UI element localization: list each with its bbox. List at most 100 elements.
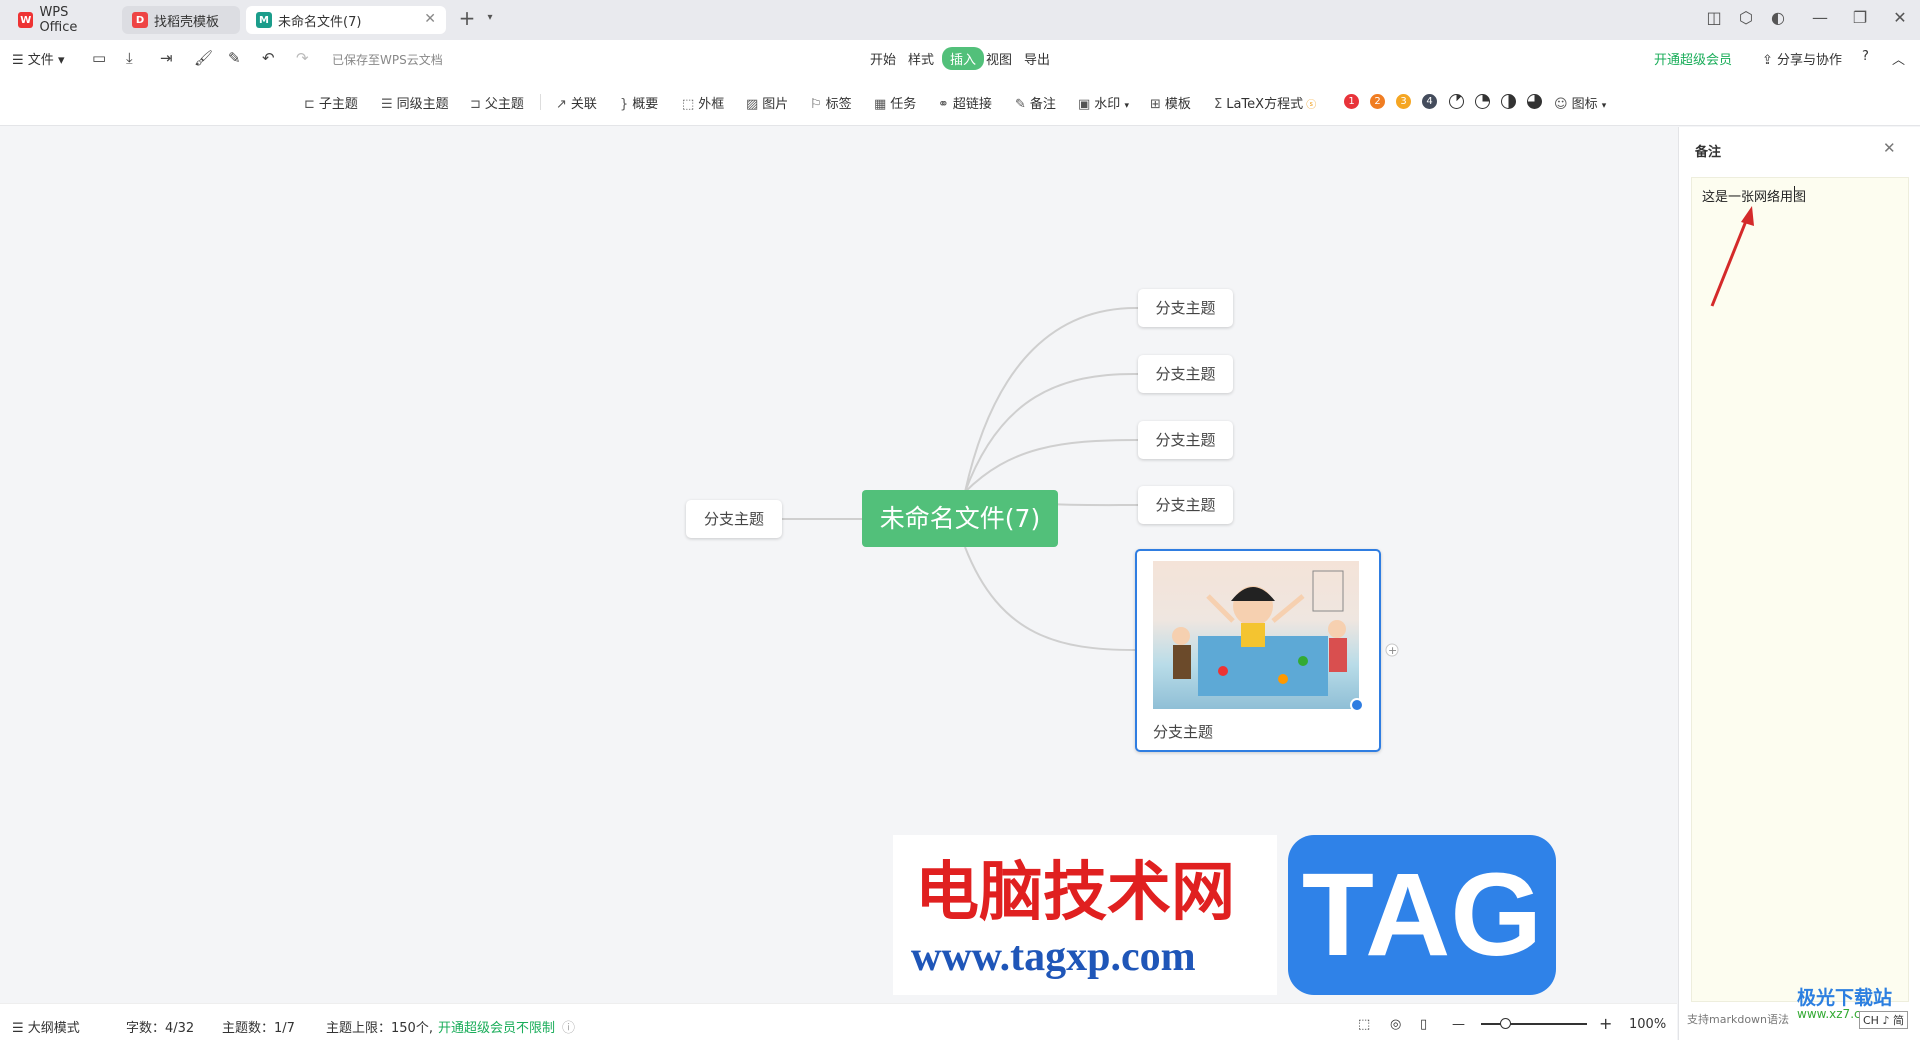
restore-icon[interactable]: ❐	[1848, 8, 1872, 27]
branch-topic[interactable]: 分支主题	[1138, 289, 1233, 327]
help-icon[interactable]: ?	[1862, 49, 1869, 64]
undo-icon[interactable]: ↶	[262, 49, 275, 67]
share-button[interactable]: ⇪ 分享与协作	[1762, 49, 1842, 68]
hyperlink-button[interactable]: ⚭ 超链接	[938, 93, 992, 112]
zoom-out-icon[interactable]: —	[1452, 1017, 1465, 1032]
watermark-button[interactable]: ▣ 水印 ▾	[1078, 93, 1129, 112]
priority-1-icon[interactable]: 1	[1344, 94, 1359, 109]
hyperlink-label: 超链接	[952, 97, 992, 112]
note-label: 备注	[1029, 97, 1056, 112]
sibling-topic-button[interactable]: ☰ 同级主题	[381, 93, 449, 112]
tag-button[interactable]: ⚐ 标签	[810, 93, 852, 112]
notes-editor[interactable]: 这是一张网络用图	[1691, 177, 1909, 1002]
progress-three-quarter-icon[interactable]	[1527, 94, 1542, 109]
branch-topic[interactable]: 分支主题	[1138, 421, 1233, 459]
boundary-icon: ⬚	[682, 97, 695, 112]
help-icon[interactable]: ⓘ	[562, 1017, 575, 1036]
select-icon[interactable]: ⬚	[1358, 1017, 1370, 1032]
watermark-banner: 电脑技术网 www.tagxp.com	[893, 835, 1277, 995]
note-button[interactable]: ✎ 备注	[1015, 93, 1056, 112]
branch-topic[interactable]: 分支主题	[1138, 486, 1233, 524]
save-status: 已保存至WPS云文档	[332, 53, 443, 67]
branch-topic[interactable]: 分支主题	[1138, 355, 1233, 393]
share-icon: ⇪	[1762, 53, 1778, 68]
new-tab-icon[interactable]: +	[455, 6, 479, 30]
tab-wps-office[interactable]: W WPS Office	[8, 5, 118, 35]
file-menu-label: 文件	[27, 53, 54, 68]
cube-icon[interactable]: ⬡	[1734, 8, 1758, 27]
left-branch-topic[interactable]: 分支主题	[686, 500, 782, 538]
file-menu[interactable]: ☰ 文件 ▾	[12, 49, 64, 68]
menu-view[interactable]: 视图	[986, 49, 1012, 68]
minimize-icon[interactable]: —	[1808, 8, 1832, 27]
format-painter-icon[interactable]: 🖌	[194, 49, 213, 67]
collapse-icon[interactable]: ︿	[1892, 49, 1905, 68]
task-button[interactable]: ▦ 任务	[874, 93, 916, 112]
boundary-button[interactable]: ⬚ 外框	[682, 93, 724, 112]
topic-count: 主题数：1/7	[222, 1021, 295, 1036]
outline-mode-label: 大纲模式	[27, 1021, 80, 1036]
layout-icon[interactable]: ◫	[1702, 8, 1726, 27]
vip-unlimited-link[interactable]: 开通超级会员不限制	[438, 1017, 555, 1036]
priority-2-icon[interactable]: 2	[1370, 94, 1385, 109]
tab-current-file[interactable]: M 未命名文件(7) ✕	[246, 6, 446, 34]
progress-quarter-icon[interactable]	[1475, 94, 1490, 109]
vip-link[interactable]: 开通超级会员	[1654, 49, 1732, 68]
icon-label: 图标	[1571, 97, 1598, 112]
relation-button[interactable]: ↗ 关联	[556, 93, 597, 112]
template-button[interactable]: ⊞ 模板	[1150, 93, 1191, 112]
zoom-slider-handle[interactable]	[1500, 1018, 1511, 1029]
download-icon[interactable]: ⤓	[126, 49, 133, 67]
bookmark-icon: ⚐	[810, 97, 822, 112]
chevron-down-icon[interactable]: ▾	[478, 12, 502, 23]
export-icon[interactable]: ⇥	[160, 49, 173, 67]
corner-watermark-text: 极光下载站	[1797, 987, 1893, 1009]
redo-icon[interactable]: ↷	[296, 49, 309, 67]
watermark-icon: ▣	[1078, 97, 1091, 112]
mindmap-canvas[interactable]: + 分支主题 未命名文件(7) 分支主题 分支主题 分支主题 分支主题 分支主题…	[0, 127, 1677, 1012]
topic-limit: 主题上限：150个,	[326, 1021, 433, 1036]
zoom-in-icon[interactable]: +	[1599, 1014, 1612, 1033]
ime-indicator[interactable]: CH ♪ 简	[1859, 1011, 1908, 1029]
subtopic-button[interactable]: ⊏ 子主题	[304, 93, 358, 112]
priority-4-icon[interactable]: 4	[1422, 94, 1437, 109]
window-close-icon[interactable]: ✕	[1888, 8, 1912, 27]
outline-mode-button[interactable]: ☰ 大纲模式	[12, 1017, 80, 1036]
icon-button[interactable]: ☺ 图标 ▾	[1554, 93, 1606, 112]
latex-button[interactable]: Σ LaTeX方程式 ⓢ	[1214, 93, 1316, 112]
watermark-site-url: www.tagxp.com	[911, 934, 1196, 980]
topic-image[interactable]	[1153, 561, 1359, 709]
mindmap-file-icon: M	[256, 12, 272, 28]
locate-icon[interactable]: ◎	[1390, 1017, 1401, 1032]
menu-insert[interactable]: 插入	[942, 47, 985, 70]
link-badge-icon[interactable]	[1350, 698, 1364, 712]
selected-image-topic[interactable]: 分支主题	[1135, 549, 1381, 752]
close-icon[interactable]: ✕	[424, 11, 436, 27]
menu-style[interactable]: 样式	[908, 49, 934, 68]
task-label: 任务	[890, 97, 917, 112]
zoom-slider[interactable]	[1481, 1023, 1587, 1025]
latex-label: LaTeX方程式	[1226, 97, 1304, 112]
priority-3-icon[interactable]: 3	[1396, 94, 1411, 109]
smiley-icon: ☺	[1554, 97, 1568, 112]
watermark-site-name: 电脑技术网	[915, 855, 1235, 930]
tab-templates[interactable]: D 找稻壳模板	[122, 6, 240, 34]
svg-text:+: +	[1388, 644, 1397, 657]
notes-title: 备注	[1695, 145, 1722, 160]
close-icon[interactable]: ✕	[1883, 139, 1896, 157]
save-icon[interactable]: ▭	[92, 49, 106, 67]
image-button[interactable]: ▨ 图片	[746, 93, 788, 112]
avatar[interactable]: ◐	[1766, 8, 1790, 27]
pen-icon[interactable]: ✎	[228, 49, 241, 67]
central-topic[interactable]: 未命名文件(7)	[862, 490, 1058, 547]
progress-half-icon[interactable]	[1501, 94, 1516, 109]
summary-button[interactable]: } 概要	[620, 93, 658, 112]
map-icon[interactable]: ▯	[1420, 1017, 1427, 1032]
progress-start-icon[interactable]	[1449, 94, 1464, 109]
menu-export[interactable]: 导出	[1024, 49, 1050, 68]
image-icon: ▨	[746, 97, 759, 112]
parent-topic-button[interactable]: ⊐ 父主题	[470, 93, 524, 112]
notes-panel: 备注 ✕ 这是一张网络用图 支持markdown语法 极光下载站 www.xz7…	[1678, 127, 1920, 1040]
template-icon: ⊞	[1150, 97, 1161, 112]
menu-start[interactable]: 开始	[870, 49, 896, 68]
